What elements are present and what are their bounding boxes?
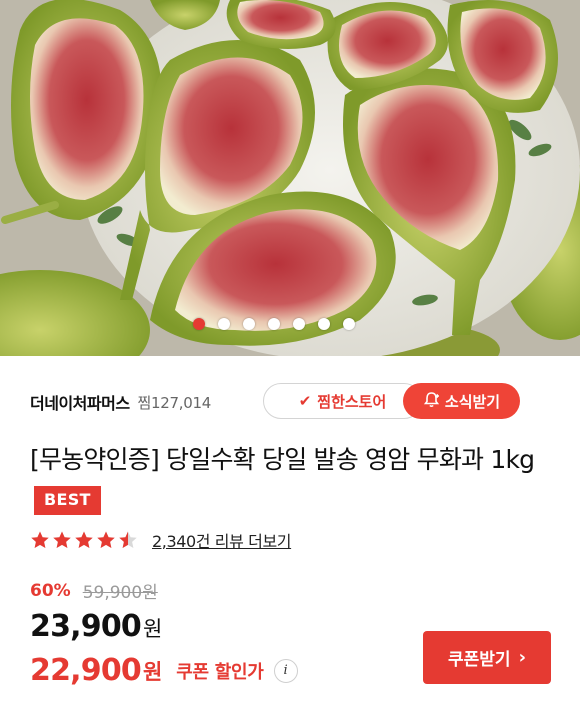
star-icon bbox=[30, 530, 50, 550]
product-image[interactable] bbox=[0, 0, 580, 356]
star-rating bbox=[30, 530, 138, 550]
favorite-store-button[interactable]: ✔ 찜한스토어 bbox=[263, 383, 422, 419]
subscribe-news-label: 소식받기 bbox=[444, 392, 501, 411]
subscribe-news-button[interactable]: 소식받기 bbox=[403, 383, 520, 419]
star-icon bbox=[118, 530, 138, 550]
discount-row: 60% 59,900원 bbox=[30, 578, 158, 604]
carousel-dot[interactable] bbox=[343, 318, 355, 330]
star-icon bbox=[96, 530, 116, 550]
bell-plus-icon bbox=[423, 391, 440, 412]
carousel-indicator[interactable] bbox=[193, 318, 355, 330]
get-coupon-button[interactable]: 쿠폰받기 › bbox=[423, 631, 551, 684]
carousel-dot[interactable] bbox=[318, 318, 330, 330]
best-badge: BEST bbox=[34, 486, 101, 515]
coupon-price-row: 22,900 원 쿠폰 할인가 i bbox=[30, 653, 298, 688]
get-coupon-label: 쿠폰받기 bbox=[448, 650, 511, 670]
review-link[interactable]: 2,340건 리뷰 더보기 bbox=[152, 528, 292, 552]
product-title-text: [무농약인증] 당일수확 당일 발송 영암 무화과 1kg bbox=[30, 445, 535, 474]
sale-price: 23,900 bbox=[30, 609, 142, 644]
favorite-store-label: 찜한스토어 bbox=[317, 392, 387, 411]
seller-name[interactable]: 더네이처파머스 bbox=[30, 390, 130, 414]
sale-price-currency: 원 bbox=[142, 617, 163, 641]
original-price: 59,900원 bbox=[82, 583, 158, 603]
check-icon: ✔ bbox=[298, 392, 312, 410]
product-title: [무농약인증] 당일수확 당일 발송 영암 무화과 1kg BEST bbox=[30, 440, 560, 520]
star-icon bbox=[74, 530, 94, 550]
chevron-right-icon: › bbox=[518, 647, 526, 668]
carousel-dot[interactable] bbox=[193, 318, 205, 330]
discount-rate: 60% bbox=[30, 580, 71, 601]
zzim-count: 찜127,014 bbox=[137, 393, 212, 412]
rating-row: 2,340건 리뷰 더보기 bbox=[30, 528, 292, 552]
carousel-dot[interactable] bbox=[268, 318, 280, 330]
info-icon[interactable]: i bbox=[273, 658, 298, 683]
star-icon bbox=[52, 530, 72, 550]
carousel-dot[interactable] bbox=[293, 318, 305, 330]
coupon-price-currency: 원 bbox=[142, 659, 163, 684]
fig-photo-illustration bbox=[0, 0, 580, 356]
carousel-dot[interactable] bbox=[218, 318, 230, 330]
coupon-price: 22,900 bbox=[30, 653, 142, 688]
seller-row: 더네이처파머스 찜127,014 ✔ 찜한스토어 소식받기 bbox=[30, 383, 550, 421]
sale-price-row: 23,900 원 bbox=[30, 609, 162, 644]
coupon-discount-label: 쿠폰 할인가 bbox=[176, 661, 264, 683]
carousel-dot[interactable] bbox=[243, 318, 255, 330]
